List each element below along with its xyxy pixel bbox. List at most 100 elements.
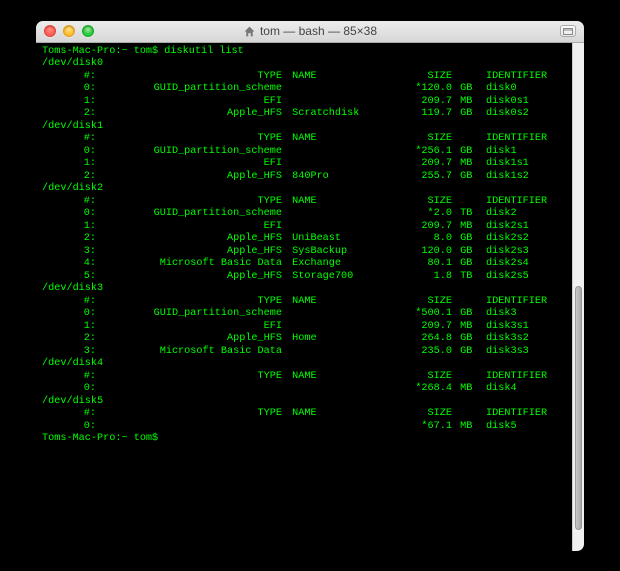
column-header: #:TYPE NAMESIZEIDENTIFIER bbox=[42, 296, 566, 309]
vol-unit: GB bbox=[454, 233, 474, 246]
titlebar[interactable]: tom — bash — 85×38 bbox=[36, 21, 584, 43]
volume-row: 0:GUID_partition_scheme*120.0 GBdisk0 bbox=[42, 83, 566, 96]
vol-type: EFI bbox=[98, 321, 286, 334]
volume-row: 5:Apple_HFS Storage7001.8 TBdisk2s5 bbox=[42, 271, 566, 284]
vol-size: 264.8 bbox=[386, 333, 454, 346]
vol-identifier: disk5 bbox=[474, 421, 558, 434]
col-type: TYPE bbox=[98, 71, 286, 84]
vol-unit: GB bbox=[454, 83, 474, 96]
vol-size: 8.0 bbox=[386, 233, 454, 246]
vol-size: *67.1 bbox=[386, 421, 454, 434]
vol-size: 255.7 bbox=[386, 171, 454, 184]
col-index: #: bbox=[42, 71, 98, 84]
col-unit bbox=[454, 296, 474, 309]
fullscreen-button[interactable] bbox=[560, 25, 576, 37]
col-size: SIZE bbox=[386, 296, 454, 309]
vol-unit: MB bbox=[454, 221, 474, 234]
prompt-line[interactable]: Toms-Mac-Pro:~ tom$ bbox=[42, 433, 566, 446]
vol-type bbox=[98, 421, 286, 434]
vol-unit: GB bbox=[454, 171, 474, 184]
col-name: NAME bbox=[286, 371, 386, 384]
vol-unit: GB bbox=[454, 308, 474, 321]
vol-index: 2: bbox=[42, 171, 98, 184]
col-size: SIZE bbox=[386, 371, 454, 384]
col-type: TYPE bbox=[98, 371, 286, 384]
col-identifier: IDENTIFIER bbox=[474, 133, 558, 146]
vol-identifier: disk2s3 bbox=[474, 246, 558, 259]
vol-type: EFI bbox=[98, 221, 286, 234]
vol-size: 119.7 bbox=[386, 108, 454, 121]
vol-unit: MB bbox=[454, 421, 474, 434]
col-identifier: IDENTIFIER bbox=[474, 71, 558, 84]
col-name: NAME bbox=[286, 71, 386, 84]
column-header: #:TYPE NAMESIZEIDENTIFIER bbox=[42, 71, 566, 84]
vol-size: 80.1 bbox=[386, 258, 454, 271]
vol-identifier: disk0s2 bbox=[474, 108, 558, 121]
vol-identifier: disk2s4 bbox=[474, 258, 558, 271]
vol-index: 0: bbox=[42, 383, 98, 396]
vol-size: 1.8 bbox=[386, 271, 454, 284]
scrollbar[interactable] bbox=[572, 43, 584, 551]
col-identifier: IDENTIFIER bbox=[474, 196, 558, 209]
close-button[interactable] bbox=[44, 25, 56, 37]
volume-row: 0:GUID_partition_scheme*256.1 GBdisk1 bbox=[42, 146, 566, 159]
col-unit bbox=[454, 133, 474, 146]
command-line: Toms-Mac-Pro:~ tom$ diskutil list bbox=[42, 46, 566, 59]
vol-type: Apple_HFS bbox=[98, 108, 286, 121]
vol-type: Apple_HFS bbox=[98, 271, 286, 284]
col-index: #: bbox=[42, 133, 98, 146]
terminal-content[interactable]: Toms-Mac-Pro:~ tom$ diskutil list/dev/di… bbox=[36, 43, 572, 551]
col-index: #: bbox=[42, 296, 98, 309]
device-path: /dev/disk4 bbox=[42, 358, 566, 371]
col-name: NAME bbox=[286, 408, 386, 421]
column-header: #:TYPE NAMESIZEIDENTIFIER bbox=[42, 371, 566, 384]
vol-name: Home bbox=[286, 333, 386, 346]
vol-name bbox=[286, 146, 386, 159]
col-size: SIZE bbox=[386, 196, 454, 209]
vol-type: Microsoft Basic Data bbox=[98, 258, 286, 271]
col-unit bbox=[454, 371, 474, 384]
volume-row: 1:EFI209.7 MBdisk0s1 bbox=[42, 96, 566, 109]
vol-identifier: disk3s3 bbox=[474, 346, 558, 359]
vol-identifier: disk0 bbox=[474, 83, 558, 96]
vol-index: 1: bbox=[42, 158, 98, 171]
col-identifier: IDENTIFIER bbox=[474, 408, 558, 421]
vol-name: SysBackup bbox=[286, 246, 386, 259]
vol-index: 3: bbox=[42, 346, 98, 359]
col-name: NAME bbox=[286, 133, 386, 146]
zoom-button[interactable] bbox=[82, 25, 94, 37]
vol-identifier: disk2 bbox=[474, 208, 558, 221]
vol-index: 0: bbox=[42, 146, 98, 159]
vol-name bbox=[286, 96, 386, 109]
volume-row: 0:GUID_partition_scheme*2.0 TBdisk2 bbox=[42, 208, 566, 221]
volume-row: 1:EFI209.7 MBdisk1s1 bbox=[42, 158, 566, 171]
volume-row: 4:Microsoft Basic Data Exchange80.1 GBdi… bbox=[42, 258, 566, 271]
vol-unit: GB bbox=[454, 146, 474, 159]
col-unit bbox=[454, 196, 474, 209]
vol-size: 209.7 bbox=[386, 221, 454, 234]
volume-row: 2:Apple_HFS Home264.8 GBdisk3s2 bbox=[42, 333, 566, 346]
vol-type: GUID_partition_scheme bbox=[98, 208, 286, 221]
vol-index: 3: bbox=[42, 246, 98, 259]
vol-name: UniBeast bbox=[286, 233, 386, 246]
vol-index: 5: bbox=[42, 271, 98, 284]
volume-row: 3:Apple_HFS SysBackup120.0 GBdisk2s3 bbox=[42, 246, 566, 259]
vol-identifier: disk0s1 bbox=[474, 96, 558, 109]
vol-type: GUID_partition_scheme bbox=[98, 146, 286, 159]
scrollbar-thumb[interactable] bbox=[575, 286, 582, 530]
vol-name bbox=[286, 383, 386, 396]
col-identifier: IDENTIFIER bbox=[474, 371, 558, 384]
vol-type bbox=[98, 383, 286, 396]
vol-unit: TB bbox=[454, 271, 474, 284]
vol-type: EFI bbox=[98, 158, 286, 171]
vol-type: Apple_HFS bbox=[98, 233, 286, 246]
col-unit bbox=[454, 408, 474, 421]
vol-size: *120.0 bbox=[386, 83, 454, 96]
vol-size: 209.7 bbox=[386, 158, 454, 171]
volume-row: 1:EFI209.7 MBdisk2s1 bbox=[42, 221, 566, 234]
vol-name: Storage700 bbox=[286, 271, 386, 284]
vol-identifier: disk1s1 bbox=[474, 158, 558, 171]
volume-row: 0:GUID_partition_scheme*500.1 GBdisk3 bbox=[42, 308, 566, 321]
col-type: TYPE bbox=[98, 296, 286, 309]
minimize-button[interactable] bbox=[63, 25, 75, 37]
